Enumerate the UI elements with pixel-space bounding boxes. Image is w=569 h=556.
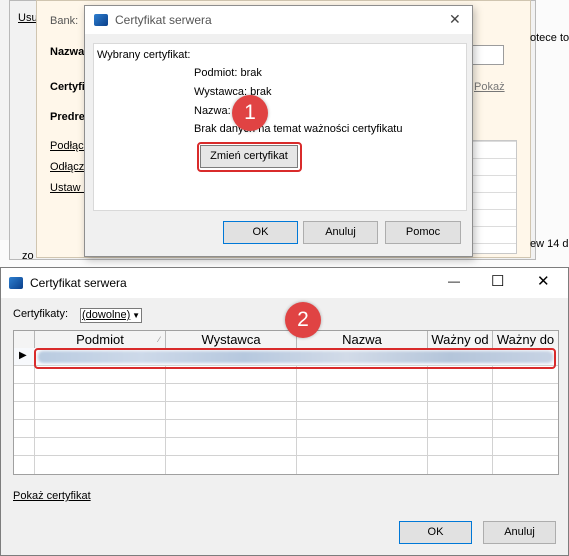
cancel-button[interactable]: Anuluj: [303, 221, 378, 244]
link-odlacz[interactable]: Odłącz: [50, 161, 84, 173]
minimize-icon[interactable]: —: [448, 274, 460, 288]
current-row-indicator-icon: ▶: [19, 350, 27, 361]
table-header: Podmiot ∕ Wystawca Nazwa Ważny od Ważny …: [14, 331, 558, 349]
filter-value: (dowolne): [82, 309, 131, 321]
column-header-wystawca[interactable]: Wystawca: [166, 331, 297, 348]
help-button[interactable]: Pomoc: [385, 221, 461, 244]
selected-cert-label: Wybrany certyfikat:: [97, 49, 191, 61]
ok-button[interactable]: OK: [399, 521, 472, 544]
certificate-filter-select[interactable]: (dowolne) ▼: [80, 308, 142, 323]
background-name-field[interactable]: [470, 45, 504, 65]
nazwa-label: Nazwa: [50, 46, 85, 58]
step-badge-2: 2: [285, 302, 321, 338]
window-titlebar: Certyfikat serwera — ☐ ✕: [1, 268, 568, 298]
step-badge-1: 1: [232, 95, 268, 131]
cancel-button[interactable]: Anuluj: [483, 521, 556, 544]
table-row[interactable]: [14, 384, 558, 402]
dialog-content: Wybrany certyfikat: Podmiot: brak Wystaw…: [93, 43, 467, 211]
certificate-dialog: Certyfikat serwera ✕ Wybrany certyfikat:…: [84, 5, 473, 257]
ok-button[interactable]: OK: [223, 221, 298, 244]
certificate-picker-window: Certyfikat serwera — ☐ ✕ Certyfikaty: (d…: [0, 267, 569, 556]
window-title: Certyfikat serwera: [30, 276, 127, 290]
highlight-box-2: [34, 348, 556, 369]
background-bottom-text: zo: [22, 250, 34, 262]
link-pokaz[interactable]: Pokaż: [474, 81, 505, 93]
certyfikat-label: Certyfi: [50, 81, 85, 93]
sort-icon: ∕: [158, 335, 160, 344]
app-icon: [94, 14, 108, 26]
cert-issuer: Wystawca: brak: [194, 86, 272, 98]
show-certificate-link[interactable]: Pokaż certyfikat: [13, 490, 91, 502]
predrec-label: Predre: [50, 111, 85, 123]
bank-label: Bank:: [50, 15, 79, 27]
close-icon[interactable]: ✕: [537, 272, 550, 290]
column-header-wazny-do[interactable]: Ważny do: [493, 331, 558, 348]
close-icon[interactable]: ✕: [449, 11, 461, 28]
column-header-wazny-od[interactable]: Ważny od: [428, 331, 493, 348]
background-right-text-2: ew 14 d: [530, 238, 569, 250]
table-row[interactable]: [14, 438, 558, 456]
app-icon: [9, 277, 23, 289]
background-link-usu[interactable]: Usu: [18, 12, 38, 24]
background-right-text: otece to: [530, 32, 569, 44]
dialog-titlebar: Certyfikat serwera ✕: [85, 6, 472, 34]
cert-subject: Podmiot: brak: [194, 67, 262, 79]
filter-label: Certyfikaty:: [13, 308, 69, 320]
table-row[interactable]: [14, 420, 558, 438]
dropdown-arrow-icon: ▼: [132, 311, 140, 320]
maximize-icon[interactable]: ☐: [491, 272, 504, 290]
column-header-nazwa[interactable]: Nazwa: [297, 331, 428, 348]
cert-validity: Brak danych na temat ważności certyfikat…: [194, 123, 403, 135]
highlight-box-1: [197, 142, 302, 172]
table-row[interactable]: [14, 402, 558, 420]
dialog-title: Certyfikat serwera: [115, 13, 212, 27]
column-header-podmiot[interactable]: Podmiot ∕: [35, 331, 166, 348]
row-selector-header: [14, 331, 35, 348]
